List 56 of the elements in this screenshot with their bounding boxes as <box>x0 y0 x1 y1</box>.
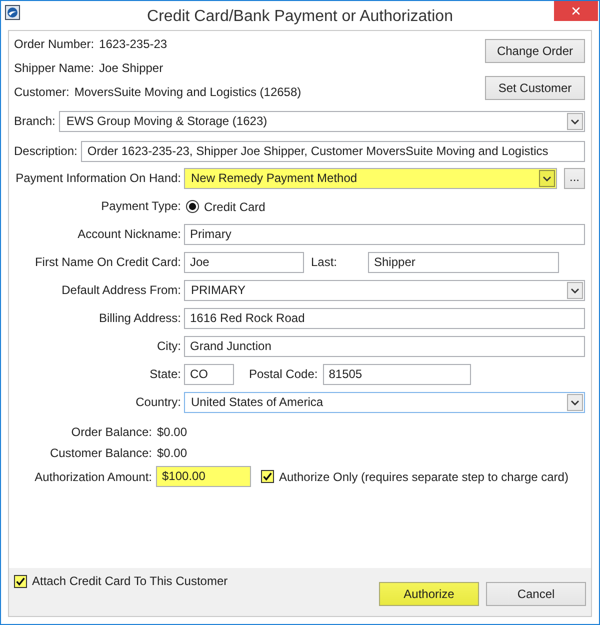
dropdown[interactable]: New Remedy Payment Method <box>184 168 557 189</box>
text-field[interactable]: 1616 Red Rock Road <box>184 308 585 329</box>
field-label: Description: <box>14 143 78 160</box>
close-icon <box>570 5 582 17</box>
checkbox[interactable]: Attach Credit Card To This Customer <box>14 575 228 588</box>
balance-label: Customer Balance: <box>50 445 152 462</box>
chevron-down-icon <box>567 282 583 299</box>
dropdown[interactable]: United States of America <box>184 392 585 413</box>
field-label: First Name On Credit Card: <box>34 254 181 271</box>
amount-field[interactable]: $100.00 <box>156 466 251 487</box>
action-button[interactable]: Change Order <box>485 39 585 63</box>
checkbox-icon[interactable] <box>14 575 27 588</box>
chevron-down-icon <box>539 170 555 187</box>
window-title: Credit Card/Bank Payment or Authorization <box>147 7 453 27</box>
field-label: Payment Information On Hand: <box>16 170 181 187</box>
action-button[interactable]: Set Customer <box>485 76 585 100</box>
chevron-down-icon <box>567 113 583 130</box>
info-label: Customer: <box>14 84 70 101</box>
dropdown[interactable]: EWS Group Moving & Storage (1623) <box>59 111 585 132</box>
text-field[interactable]: Grand Junction <box>184 336 585 357</box>
text-field[interactable]: 81505 <box>322 364 471 385</box>
text-field[interactable]: CO <box>184 364 234 385</box>
field-label: Postal Code: <box>249 366 318 383</box>
checkbox-icon[interactable] <box>261 470 274 483</box>
close-button[interactable] <box>554 1 598 21</box>
field-label: Billing Address: <box>98 310 181 327</box>
app-icon <box>5 5 20 20</box>
field-label: Branch: <box>14 113 56 130</box>
field-label: Payment Type: <box>101 198 181 215</box>
chevron-down-icon <box>567 394 583 411</box>
dropdown[interactable]: PRIMARY <box>184 280 585 301</box>
browse-button[interactable]: ... <box>564 168 585 189</box>
text-field[interactable]: Order 1623-235-23, Shipper Joe Shipper, Customer MoversSuite Moving and Logistics <box>81 141 585 162</box>
field-label: City: <box>157 338 181 355</box>
radio-button[interactable]: Credit Card <box>184 196 266 216</box>
radio-icon[interactable] <box>186 200 199 213</box>
field-label: Country: <box>136 394 181 411</box>
info-value: 1623-235-23 <box>99 36 168 53</box>
text-field[interactable]: Primary <box>184 224 585 245</box>
info-label: Order Number: <box>14 36 94 53</box>
field-label: Authorization Amount: <box>34 468 152 486</box>
info-label: Shipper Name: <box>14 60 94 77</box>
field-label: State: <box>150 366 181 383</box>
info-value: Joe Shipper <box>99 60 164 77</box>
checkbox[interactable]: Authorize Only (requires separate step to charge card) <box>261 466 568 486</box>
dialog-button[interactable]: Authorize <box>379 582 479 606</box>
dialog-button[interactable]: Cancel <box>486 582 586 606</box>
text-field[interactable]: Joe <box>184 252 304 273</box>
field-label: Account Nickname: <box>78 226 181 243</box>
info-value: MoversSuite Moving and Logistics (12658) <box>74 84 302 101</box>
balance-value: $0.00 <box>156 424 188 441</box>
balance-value: $0.00 <box>156 445 188 462</box>
field-label: Last: <box>311 254 338 271</box>
field-label: Default Address From: <box>62 282 181 299</box>
text-field[interactable]: Shipper <box>368 252 559 273</box>
balance-label: Order Balance: <box>71 424 152 441</box>
